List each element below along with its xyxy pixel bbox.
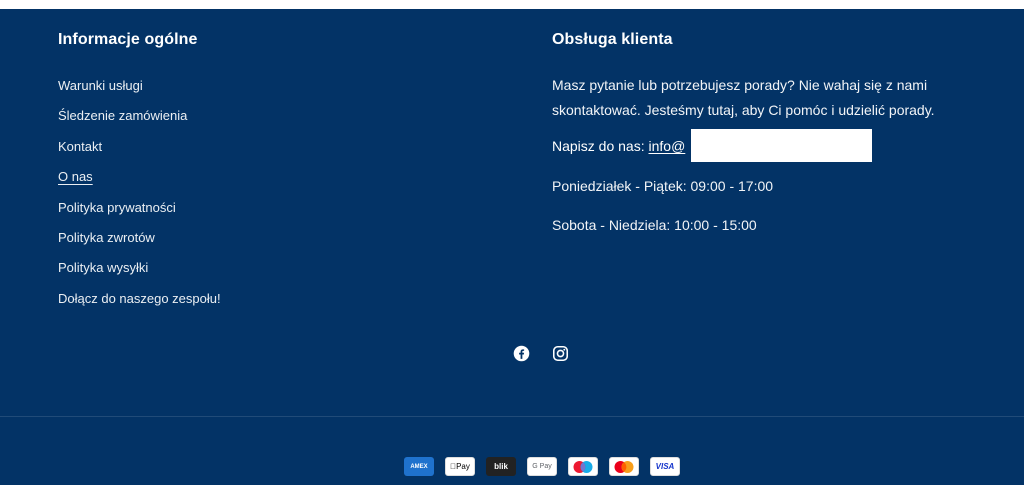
amex-icon: AMEX — [404, 457, 434, 476]
footer-link-item: Polityka wysyłki — [58, 253, 478, 283]
apple-pay-text: Pay — [453, 462, 470, 471]
footer-link-item: O nas — [58, 162, 478, 192]
apple-pay-icon: Pay — [445, 457, 475, 476]
customer-service-column: Obsługa klienta Masz pytanie lub potrzeb… — [552, 31, 992, 235]
join-team-link[interactable]: Dołącz do naszego zespołu! — [58, 291, 221, 306]
email-contact-line: Napisz do nas: info@ — [552, 129, 992, 169]
general-info-heading: Informacje ogólne — [58, 31, 198, 48]
footer-divider — [0, 416, 1024, 417]
about-us-link[interactable]: O nas — [58, 169, 93, 184]
privacy-policy-link[interactable]: Polityka prywatności — [58, 200, 176, 215]
facebook-icon[interactable] — [513, 345, 530, 362]
maestro-icon — [568, 457, 598, 476]
contact-link[interactable]: Kontakt — [58, 139, 102, 154]
customer-service-description: Masz pytanie lub potrzebujesz porady? Ni… — [552, 77, 935, 118]
blik-icon: blik — [486, 457, 516, 476]
general-info-column: Informacje ogólne Warunki usługi Śledzen… — [58, 31, 478, 314]
terms-of-service-link[interactable]: Warunki usługi — [58, 78, 143, 93]
footer-link-item: Dołącz do naszego zespołu! — [58, 284, 478, 314]
redacted-email-block — [691, 129, 872, 162]
google-pay-icon: G Pay — [527, 457, 557, 476]
site-footer: Informacje ogólne Warunki usługi Śledzen… — [0, 9, 1024, 485]
footer-link-item: Polityka prywatności — [58, 193, 478, 223]
general-info-links: Warunki usługi Śledzenie zamówienia Kont… — [58, 71, 478, 314]
shipping-policy-link[interactable]: Polityka wysyłki — [58, 260, 148, 275]
customer-service-heading: Obsługa klienta — [552, 31, 673, 48]
weekday-hours: Poniedziałek - Piątek: 09:00 - 17:00 — [552, 178, 774, 194]
instagram-icon[interactable] — [552, 345, 569, 362]
footer-link-item: Kontakt — [58, 132, 478, 162]
mastercard-icon — [609, 457, 639, 476]
email-prefix-label: Napisz do nas: — [552, 138, 649, 154]
footer-link-item: Śledzenie zamówienia — [58, 101, 478, 131]
order-tracking-link[interactable]: Śledzenie zamówienia — [58, 108, 187, 123]
email-link[interactable]: info@ — [649, 138, 686, 154]
refund-policy-link[interactable]: Polityka zwrotów — [58, 230, 155, 245]
social-links — [513, 345, 569, 362]
footer-link-item: Polityka zwrotów — [58, 223, 478, 253]
weekend-hours: Sobota - Niedziela: 10:00 - 15:00 — [552, 217, 757, 233]
footer-link-item: Warunki usługi — [58, 71, 478, 101]
visa-icon: VISA — [650, 457, 680, 476]
payment-methods: AMEX Pay blik G Pay VISA — [404, 457, 680, 476]
